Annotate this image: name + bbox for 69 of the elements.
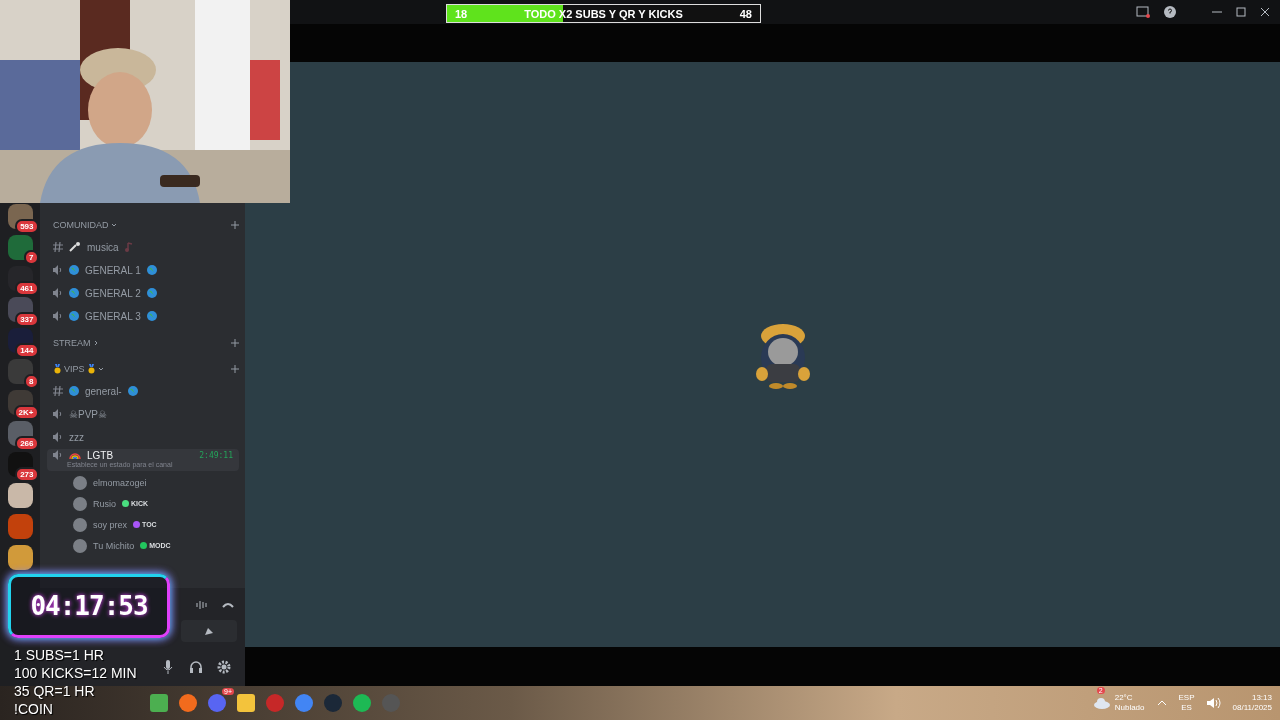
notification-badge: 7	[24, 250, 39, 265]
category-header[interactable]: STREAM	[53, 338, 99, 348]
goal-end: 48	[738, 7, 753, 20]
channel-item[interactable]: GENERAL 3	[47, 305, 239, 327]
add-icon[interactable]	[231, 221, 239, 229]
chevron-icon	[97, 366, 104, 372]
add-icon[interactable]	[231, 339, 239, 347]
notification-badge: 273	[15, 467, 39, 482]
speaker-icon	[53, 432, 63, 442]
speaker-icon	[53, 288, 63, 298]
help-icon[interactable]	[1164, 6, 1176, 18]
notification-badge: 8	[24, 374, 39, 389]
chevron-icon	[110, 222, 117, 228]
goal-rule: 35 QR=1 HR	[14, 682, 95, 700]
chevron-icon	[92, 340, 99, 346]
taskbar-app-icon[interactable]	[353, 694, 371, 712]
hashtag-icon	[53, 242, 63, 252]
category-header[interactable]: VIPS	[53, 364, 104, 374]
notification-badge: 144	[15, 343, 39, 358]
notification-badge: 266	[15, 436, 39, 451]
weather-description: Nublado	[1114, 703, 1145, 713]
language-indicator[interactable]: ESP ES	[1178, 693, 1195, 713]
channel-item[interactable]: general-	[47, 380, 239, 402]
goal-rule: 100 KICKS=12 MIN	[14, 664, 137, 682]
soundboard-button[interactable]	[181, 620, 237, 642]
user-avatar	[73, 538, 87, 553]
taskbar-app-icon[interactable]	[208, 694, 226, 712]
goal-rule: !COIN	[14, 700, 53, 718]
category-header[interactable]: COMUNIDAD	[53, 220, 117, 230]
user-avatar	[73, 475, 87, 490]
member-name[interactable]: soy prex	[93, 519, 127, 530]
user-avatar	[73, 517, 87, 532]
maximize-icon[interactable]	[1236, 7, 1246, 17]
speaker-icon	[53, 311, 63, 321]
member-name[interactable]: Rusio	[93, 498, 116, 509]
call-duration: 2:49:11	[199, 450, 233, 460]
timer-overlay: 04:17:53	[8, 574, 170, 638]
chevron-up-icon[interactable]	[1156, 700, 1167, 706]
speaker-icon	[53, 409, 63, 419]
cloud-icon	[1092, 697, 1111, 709]
taskbar-app-icon[interactable]	[295, 694, 313, 712]
channel-item[interactable]: zzz	[47, 426, 239, 448]
goal-rule: 1 SUBS=1 HR	[14, 646, 104, 664]
clock[interactable]: 13:13 08/11/2025	[1232, 693, 1272, 713]
channel-item[interactable]: ☠PVP☠	[47, 403, 239, 425]
member-name[interactable]: Tu Michito	[93, 540, 135, 551]
hashtag-icon	[53, 386, 63, 396]
notification-badge: 2K+	[13, 405, 39, 420]
temperature: 22°C	[1114, 693, 1133, 703]
speaker-icon	[53, 450, 63, 460]
add-icon[interactable]	[231, 365, 239, 373]
user-avatar	[73, 496, 87, 511]
channel-item[interactable]: GENERAL 2	[47, 282, 239, 304]
speaker-icon[interactable]	[1206, 697, 1221, 709]
notification-badge: 461	[15, 281, 39, 296]
channel-item[interactable]: musica	[47, 236, 239, 258]
member-name[interactable]: elmomazogei	[93, 477, 147, 488]
notification-badge: 593	[15, 219, 39, 234]
monitor-icon[interactable]	[1136, 6, 1150, 18]
headphones-icon[interactable]	[187, 658, 205, 676]
settings-icon[interactable]	[215, 658, 233, 676]
channel-item[interactable]: GENERAL 1	[47, 259, 239, 281]
close-icon[interactable]	[1260, 7, 1270, 17]
taskbar-app-icon[interactable]	[179, 694, 197, 712]
goal-start: 18	[454, 7, 469, 20]
server-icon[interactable]	[7, 545, 33, 570]
server-icon[interactable]	[7, 483, 33, 508]
notification-badge: 337	[15, 312, 39, 327]
speaker-icon	[53, 265, 63, 275]
